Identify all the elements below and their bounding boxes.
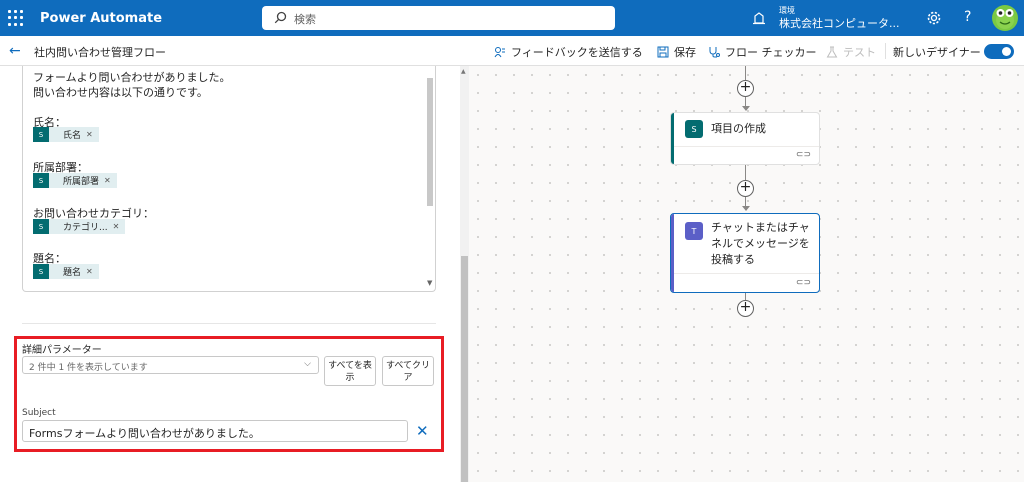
link-icon: ⊂⊃ <box>795 278 811 288</box>
add-step-icon[interactable]: + <box>737 80 754 97</box>
connector-line <box>745 66 746 80</box>
stethoscope-icon <box>709 47 720 58</box>
advanced-params-select[interactable]: 2 件中 1 件を表示しています ⌵ <box>22 356 319 374</box>
command-bar: ← 社内問い合わせ管理フロー フィードバックを送信する 保存 フロー チェッカー… <box>0 36 1024 66</box>
search-box[interactable]: 検索 <box>262 6 615 30</box>
remove-token-icon[interactable]: ✕ <box>104 176 111 185</box>
card-divider <box>674 146 819 147</box>
connector-arrow <box>742 106 750 111</box>
app-title[interactable]: Power Automate <box>40 11 162 26</box>
token-label: カテゴリ... <box>63 223 108 233</box>
panel-scroll-thumb[interactable] <box>461 256 468 482</box>
flask-icon <box>826 46 838 58</box>
back-arrow-icon[interactable]: ← <box>9 43 21 59</box>
dynamic-token-title[interactable]: S 題名 ✕ <box>33 264 99 279</box>
add-step-icon[interactable]: + <box>737 300 754 317</box>
subject-input[interactable]: Formsフォームより問い合わせがありました。 <box>22 420 408 442</box>
feedback-icon <box>494 47 505 58</box>
avatar[interactable] <box>992 5 1018 31</box>
scroll-down-icon[interactable]: ▼ <box>427 279 432 287</box>
save-label: 保存 <box>674 46 696 59</box>
flow-checker-label: フロー チェッカー <box>725 46 817 59</box>
teams-icon: T <box>685 222 703 240</box>
show-all-button[interactable]: すべてを表示 <box>324 356 376 386</box>
card-divider <box>674 273 819 274</box>
search-icon <box>274 11 287 24</box>
close-icon[interactable]: ✕ <box>416 422 429 440</box>
connector-line <box>745 165 746 180</box>
remove-token-icon[interactable]: ✕ <box>86 267 93 276</box>
dynamic-token-name[interactable]: S 氏名 ✕ <box>33 127 99 142</box>
editor-scroll-thumb[interactable] <box>427 78 433 206</box>
avatar-frog-icon <box>996 9 1014 29</box>
card-accent <box>671 113 674 164</box>
card-accent <box>671 214 674 292</box>
app-launcher-icon[interactable] <box>8 10 24 26</box>
help-icon[interactable]: ? <box>964 9 971 25</box>
step-card-create-item[interactable]: S 項目の作成 ⊂⊃ <box>670 112 820 165</box>
advanced-params-label: 詳細パラメーター <box>22 345 102 356</box>
dynamic-token-category[interactable]: S カテゴリ... ✕ <box>33 219 126 234</box>
step-card-post-message[interactable]: T チャットまたはチャネルでメッセージを投稿する ⊂⊃ <box>670 213 820 293</box>
save-icon <box>657 46 669 58</box>
message-editor[interactable]: フォームより問い合わせがありました。 問い合わせ内容は以下の通りです。 氏名： … <box>22 66 436 292</box>
advanced-params-value: 2 件中 1 件を表示しています <box>29 363 148 373</box>
new-designer-label: 新しいデザイナー <box>893 46 981 59</box>
feedback-label: フィードバックを送信する <box>511 46 643 59</box>
gear-icon[interactable] <box>926 10 942 26</box>
save-button[interactable]: 保存 <box>657 44 696 60</box>
sharepoint-icon: S <box>33 173 49 188</box>
chevron-down-icon: ⌵ <box>304 359 311 369</box>
subject-label: Subject <box>22 408 56 418</box>
environment-icon <box>753 12 765 25</box>
section-divider <box>22 323 436 324</box>
sharepoint-icon: S <box>33 264 49 279</box>
remove-token-icon[interactable]: ✕ <box>113 222 120 231</box>
add-step-icon[interactable]: + <box>737 180 754 197</box>
link-icon: ⊂⊃ <box>795 150 811 160</box>
remove-token-icon[interactable]: ✕ <box>86 130 93 139</box>
flow-name: 社内問い合わせ管理フロー <box>34 46 166 59</box>
search-placeholder: 検索 <box>294 13 316 26</box>
message-line-1: フォームより問い合わせがありました。 <box>33 71 231 84</box>
token-label: 氏名 <box>63 131 82 141</box>
sharepoint-icon: S <box>685 120 703 138</box>
flow-canvas[interactable]: + S 項目の作成 ⊂⊃ + T チャットまたはチャネルでメッセージを投稿する … <box>469 66 1024 482</box>
environment-name[interactable]: 株式会社コンピュータ... <box>779 15 900 31</box>
sharepoint-icon: S <box>33 219 49 234</box>
dynamic-token-department[interactable]: S 所属部署 ✕ <box>33 173 117 188</box>
top-header: Power Automate 検索 環境 株式会社コンピュータ... ? <box>0 0 1024 36</box>
sharepoint-icon: S <box>33 127 49 142</box>
clear-all-button[interactable]: すべてクリア <box>382 356 434 386</box>
panel-scrollbar[interactable]: ▲ <box>460 66 469 482</box>
token-label: 題名 <box>63 268 82 278</box>
editor-scrollbar[interactable]: ▼ <box>425 66 435 292</box>
flow-checker-button[interactable]: フロー チェッカー <box>708 44 817 60</box>
card-title: チャットまたはチャネルでメッセージを投稿する <box>711 221 810 266</box>
card-title: 項目の作成 <box>711 122 766 135</box>
toolbar-separator <box>885 43 886 59</box>
test-button[interactable]: テスト <box>826 44 876 60</box>
test-label: テスト <box>843 46 876 59</box>
new-designer-toggle[interactable] <box>984 44 1014 59</box>
feedback-button[interactable]: フィードバックを送信する <box>494 44 643 60</box>
connector-arrow <box>742 206 750 211</box>
message-line-2: 問い合わせ内容は以下の通りです。 <box>33 86 208 99</box>
token-label: 所属部署 <box>63 177 100 187</box>
action-settings-panel: フォームより問い合わせがありました。 問い合わせ内容は以下の通りです。 氏名： … <box>0 66 460 482</box>
scroll-up-icon[interactable]: ▲ <box>461 68 466 75</box>
